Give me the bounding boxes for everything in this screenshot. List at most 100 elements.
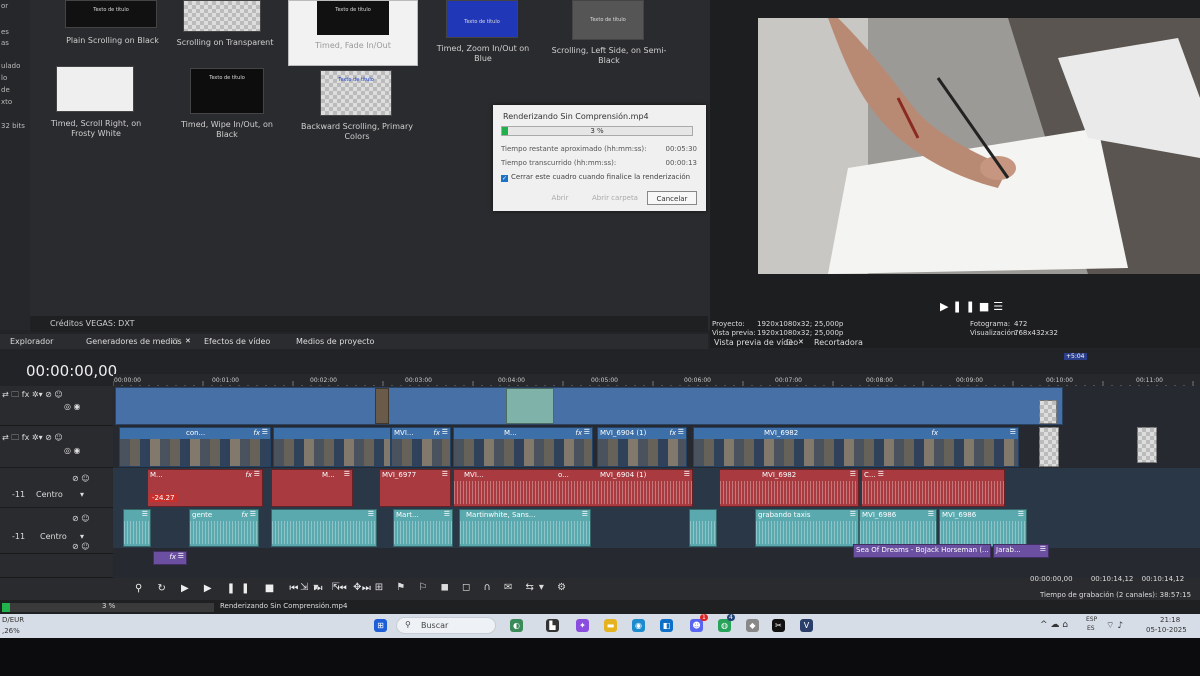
video-clip[interactable] [1039,427,1059,467]
music-clip[interactable]: Jarab... ☰ [993,544,1049,558]
edge-icon[interactable]: ◉ [632,619,645,632]
video-clip[interactable]: MVI_6982 fx ☰ [693,427,1019,467]
audio-clip[interactable]: ☰ [271,509,377,547]
menu-icon[interactable]: ☰ [928,510,934,518]
audio-clip[interactable]: fx ☰ [153,551,187,565]
menu-icon[interactable]: ☰ [178,552,184,560]
video-clip[interactable]: MVI_6904 (1) fx ☰ [597,427,687,467]
tab-media-generators[interactable]: Generadores de medios [86,337,182,346]
menu-icon[interactable]: ☰ [442,470,448,478]
close-icon[interactable]: ✕ [798,338,804,346]
clock-date[interactable]: 05-10-2025 [1146,626,1187,634]
open-folder-button[interactable]: Abrir carpeta [587,191,643,205]
audio-track-1-lane[interactable]: M... fx ☰ -24.27 M... ☰ MVI_6977 ☰ MVI... o...… [113,468,1200,508]
audio-clip[interactable]: gente fx ☰ [189,509,259,547]
network-volume-icons[interactable]: ⌔ ♪ [1106,620,1123,631]
video-clip[interactable] [375,388,389,424]
preset-thumbnail[interactable] [56,66,134,112]
copilot-icon[interactable]: ✦ [576,619,589,632]
track-controls[interactable]: ⊘ ☺ [72,514,90,523]
preset-thumbnail-selected[interactable]: Texto de título Timed, Fade In/Out [288,0,418,66]
fx-icon[interactable]: fx [669,429,676,437]
vegas-icon[interactable]: V [800,619,813,632]
preset-thumbnail[interactable]: Texto de título [446,0,518,38]
clock-time[interactable]: 21:18 [1160,616,1180,624]
fx-icon[interactable]: fx [433,429,440,437]
menu-icon[interactable]: ☰ [678,428,684,436]
audio-clip[interactable]: Martinwhite, Sans... ☰ [459,509,591,547]
open-button[interactable]: Abrir [543,191,577,205]
file-explorer-icon[interactable]: ▬ [604,619,617,632]
audio-clip[interactable]: Mart... ☰ [393,509,453,547]
track-controls[interactable]: ◎ ◉ [64,402,81,411]
fx-icon[interactable]: fx [169,553,176,561]
language-code[interactable]: ESP [1086,616,1097,623]
audio-clip[interactable]: M... fx ☰ -24.27 [147,469,263,507]
menu-icon[interactable]: ☰ [444,510,450,518]
preset-thumbnail[interactable]: Texto de título [572,0,644,40]
audio-clip[interactable]: MVI_6977 ☰ [379,469,451,507]
menu-icon[interactable]: ☰ [584,428,590,436]
track-controls[interactable]: ▾ [80,532,84,541]
fx-icon[interactable]: fx [253,429,260,437]
preset-thumbnail[interactable]: Texto de título [65,0,157,28]
loop-end-marker[interactable]: +5:04 [1064,353,1087,360]
audio-clip[interactable]: MVI_6986 ☰ [859,509,937,547]
audio-clip[interactable]: M... ☰ [271,469,353,507]
taskbar-search[interactable]: ⚲ Buscar [396,617,496,634]
preview-transport[interactable]: ▶❚❚■☰ [940,300,1007,313]
menu-icon[interactable]: ☰ [344,470,350,478]
windows-start-icon[interactable]: ⊞ [374,619,387,632]
track-controls[interactable]: ⇄ 🗀 fx ✲▾ ⊘ ☺ [2,389,63,403]
undock-icon[interactable]: ▢ [786,338,793,346]
track-controls[interactable]: ▾ [80,490,84,499]
menu-icon[interactable]: ☰ [850,470,856,478]
undock-icon[interactable]: ▢ [172,337,179,345]
menu-icon[interactable]: ☰ [878,470,884,478]
video-clip[interactable]: con... fx ☰ [119,427,271,467]
time-ruler[interactable] [112,374,1200,389]
audio-clip[interactable] [689,509,717,547]
audio-clip[interactable]: grabando taxis ☰ [755,509,859,547]
music-track-lane[interactable]: fx ☰ Sea Of Dreams - BoJack Horseman (...… [113,544,1200,578]
fx-icon[interactable]: fx [241,511,248,519]
video-clip[interactable] [1039,400,1057,424]
tab-trimmer[interactable]: Recortadora [814,338,863,347]
audio-clip[interactable]: MVI_6982 ☰ [719,469,859,507]
cancel-button[interactable]: Cancelar [647,191,697,205]
track-controls[interactable]: ⊘ ☺ [72,542,90,551]
preset-thumbnail[interactable]: Texto de título [320,70,392,116]
menu-icon[interactable]: ☰ [142,510,148,518]
video-track-2-lane[interactable]: con... fx ☰ MVI... fx ☰ M... fx ☰ MVI_6904 (1)… [113,426,1200,468]
music-clip[interactable]: Sea Of Dreams - BoJack Horseman (... [853,544,991,558]
fx-icon[interactable]: fx [931,429,938,437]
menu-icon[interactable]: ☰ [368,510,374,518]
track-controls[interactable]: ⇄ 🗀 fx ✲▾ ⊘ ☺ [2,432,63,446]
store-icon[interactable]: ◧ [660,619,673,632]
audio-clip[interactable]: MVI_6986 ☰ [939,509,1027,547]
preset-thumbnail[interactable] [183,0,261,32]
close-when-done-checkbox[interactable]: ✓ Cerrar este cuadro cuando finalice la r… [501,173,690,182]
widgets-icon[interactable]: ◐ [510,619,523,632]
video-clip[interactable] [506,388,554,424]
audio-clip[interactable]: MVI... o... MVI_6904 (1) ☰ [453,469,693,507]
menu-icon[interactable]: ☰ [1018,510,1024,518]
video-clip[interactable] [273,427,391,467]
menu-icon[interactable]: ☰ [250,510,256,518]
tray-icons[interactable]: ^ ☁ ⌂ [1040,620,1068,630]
language-region[interactable]: ES [1087,625,1095,632]
fx-icon[interactable]: fx [245,471,252,479]
editing-tools[interactable]: ⇲▾ ⇱ ✥ ⊞ ⚑ ⚐ ◼ ◻ ∩ ✉ ⇆▾ ⚙ [300,582,571,593]
menu-icon[interactable]: ☰ [1010,428,1016,436]
menu-icon[interactable]: ☰ [1040,545,1046,553]
video-track-1-lane[interactable] [113,386,1200,426]
menu-icon[interactable]: ☰ [254,470,260,478]
tab-explorer[interactable]: Explorador [10,337,53,346]
preset-thumbnail[interactable]: Texto de título [190,68,264,114]
video-clip[interactable]: M... fx ☰ [453,427,593,467]
audio-track-2-lane[interactable]: ☰ gente fx ☰ ☰ Mart... ☰ Martinwhite, Sans.… [113,508,1200,548]
menu-icon[interactable]: ☰ [262,428,268,436]
capcut-icon[interactable]: ✂ [772,619,785,632]
task-view-icon[interactable]: ▙ [546,619,559,632]
menu-icon[interactable]: ☰ [684,470,690,478]
